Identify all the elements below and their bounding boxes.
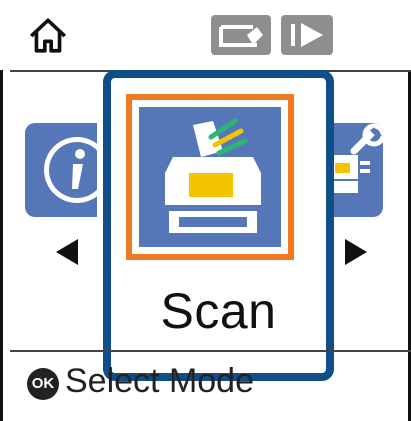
top-bar	[0, 0, 411, 70]
scan-mode-tile[interactable]	[126, 94, 294, 260]
footer-hint: Select Mode	[65, 362, 254, 400]
footer-bar: OK Select Mode	[0, 352, 411, 421]
selected-mode-label: Scan	[160, 283, 277, 339]
scan-tile-background	[139, 107, 281, 247]
info-mode-tile[interactable]	[25, 123, 97, 217]
home-icon[interactable]	[27, 14, 69, 56]
settings-mode-tile[interactable]	[328, 123, 383, 217]
left-arrow-icon[interactable]	[56, 239, 78, 265]
play-status-icon	[281, 15, 333, 55]
info-icon	[44, 137, 97, 203]
ok-button-icon: OK	[27, 368, 59, 400]
scanner-status-icon	[211, 15, 271, 55]
right-arrow-icon[interactable]	[345, 239, 367, 265]
scanner-icon	[165, 118, 261, 233]
scanner-settings-icon	[330, 123, 383, 193]
